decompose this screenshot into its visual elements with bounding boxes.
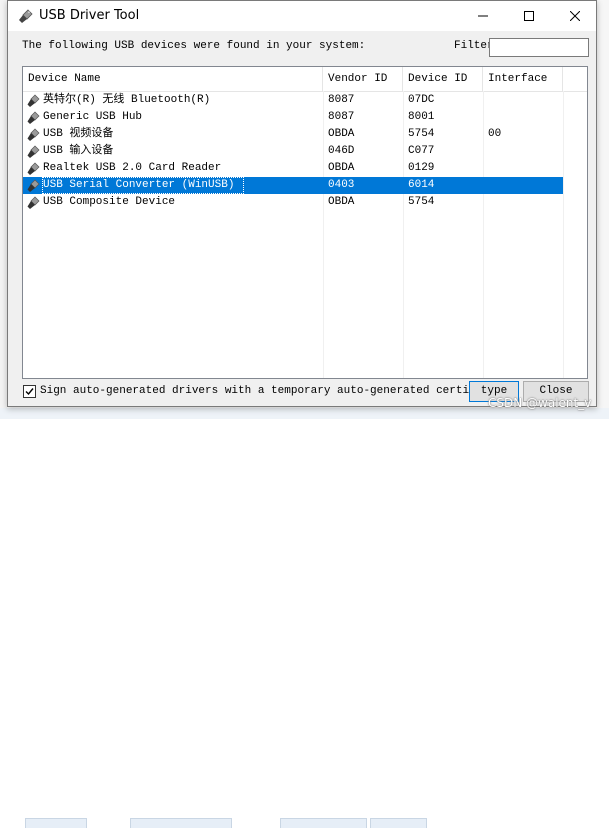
filter-label: Filter [454, 40, 494, 52]
usb-plug-icon [27, 162, 40, 175]
background-page-right-edge [597, 0, 609, 419]
checkmark-icon [25, 388, 34, 396]
device-name-cell: Realtek USB 2.0 Card Reader [43, 162, 222, 174]
interface-cell [488, 109, 562, 126]
device-name-cell: Generic USB Hub [43, 111, 143, 123]
maximize-icon [524, 11, 534, 21]
vendor-id-cell: OBDA [328, 128, 355, 140]
vendor-id-cell: OBDA [328, 162, 355, 174]
device-name-cell: USB Composite Device [43, 196, 176, 208]
device-id-cell: 0129 [408, 162, 435, 174]
device-id-cell: C077 [408, 145, 435, 157]
filter-input[interactable] [489, 38, 589, 57]
background-tab [370, 818, 427, 828]
title-bar[interactable]: USB Driver Tool [8, 1, 596, 31]
usb-plug-icon [27, 111, 40, 124]
interface-cell: 00 [488, 128, 502, 140]
device-id-cell: 5754 [408, 128, 435, 140]
table-row[interactable]: USB Composite Device OBDA 5754 [23, 194, 563, 211]
usb-plug-icon [27, 128, 40, 141]
close-icon [570, 11, 580, 21]
usb-driver-tool-window: USB Driver Tool The following USB device… [7, 0, 597, 407]
device-name-cell: USB 输入设备 [43, 145, 114, 157]
list-header: Device Name Vendor ID Device ID Interfac… [23, 67, 587, 92]
table-row[interactable]: Realtek USB 2.0 Card Reader OBDA 0129 [23, 160, 563, 177]
background-page-left-edge [0, 0, 7, 419]
interface-cell [488, 160, 562, 177]
device-id-cell: 8001 [408, 111, 435, 123]
column-header-vendor-id[interactable]: Vendor ID [323, 67, 403, 91]
usb-plug-icon [27, 196, 40, 209]
minimize-button[interactable] [460, 1, 506, 31]
devices-found-prompt: The following USB devices were found in … [22, 40, 366, 52]
column-header-device-id[interactable]: Device ID [403, 67, 483, 91]
sign-drivers-checkbox[interactable] [23, 385, 36, 398]
interface-cell [488, 143, 562, 160]
background-tab [130, 818, 232, 828]
device-list[interactable]: Device Name Vendor ID Device ID Interfac… [22, 66, 588, 379]
window-title: USB Driver Tool [39, 8, 140, 23]
watermark: CSDN @walent_v [488, 396, 592, 410]
vendor-id-cell: 8087 [328, 94, 355, 106]
usb-plug-icon [27, 94, 40, 107]
maximize-button[interactable] [506, 1, 552, 31]
device-name-cell: USB 视频设备 [43, 128, 114, 140]
usb-plug-icon [19, 9, 33, 23]
table-row[interactable]: USB 输入设备 046D C077 [23, 143, 563, 160]
vendor-id-cell: 046D [328, 145, 355, 157]
device-name-cell: USB Serial Converter (WinUSB) [43, 179, 235, 191]
device-id-cell: 07DC [408, 94, 435, 106]
background-tab [280, 818, 367, 828]
minimize-icon [478, 15, 488, 17]
table-row[interactable]: 英特尔(R) 无线 Bluetooth(R) 8087 07DC [23, 92, 563, 109]
background-tab [25, 818, 87, 828]
table-row[interactable]: USB 视频设备 OBDA 5754 00 [23, 126, 563, 143]
table-row[interactable]: USB Serial Converter (WinUSB) 0403 6014 [23, 177, 563, 194]
table-row[interactable]: Generic USB Hub 8087 8001 [23, 109, 563, 126]
usb-plug-icon [27, 179, 40, 192]
interface-cell [488, 177, 562, 194]
device-id-cell: 5754 [408, 196, 435, 208]
interface-cell [488, 194, 562, 211]
column-header-device-name[interactable]: Device Name [23, 67, 323, 91]
interface-cell [488, 92, 562, 109]
vendor-id-cell: 8087 [328, 111, 355, 123]
usb-plug-icon [27, 145, 40, 158]
device-id-cell: 6014 [408, 179, 435, 191]
column-divider [563, 91, 564, 378]
column-header-interface[interactable]: Interface [483, 67, 563, 91]
vendor-id-cell: 0403 [328, 179, 355, 191]
sign-drivers-label: Sign auto-generated drivers with a tempo… [40, 385, 481, 397]
device-name-cell: 英特尔(R) 无线 Bluetooth(R) [43, 94, 211, 106]
close-window-button[interactable] [552, 1, 598, 31]
vendor-id-cell: OBDA [328, 196, 355, 208]
